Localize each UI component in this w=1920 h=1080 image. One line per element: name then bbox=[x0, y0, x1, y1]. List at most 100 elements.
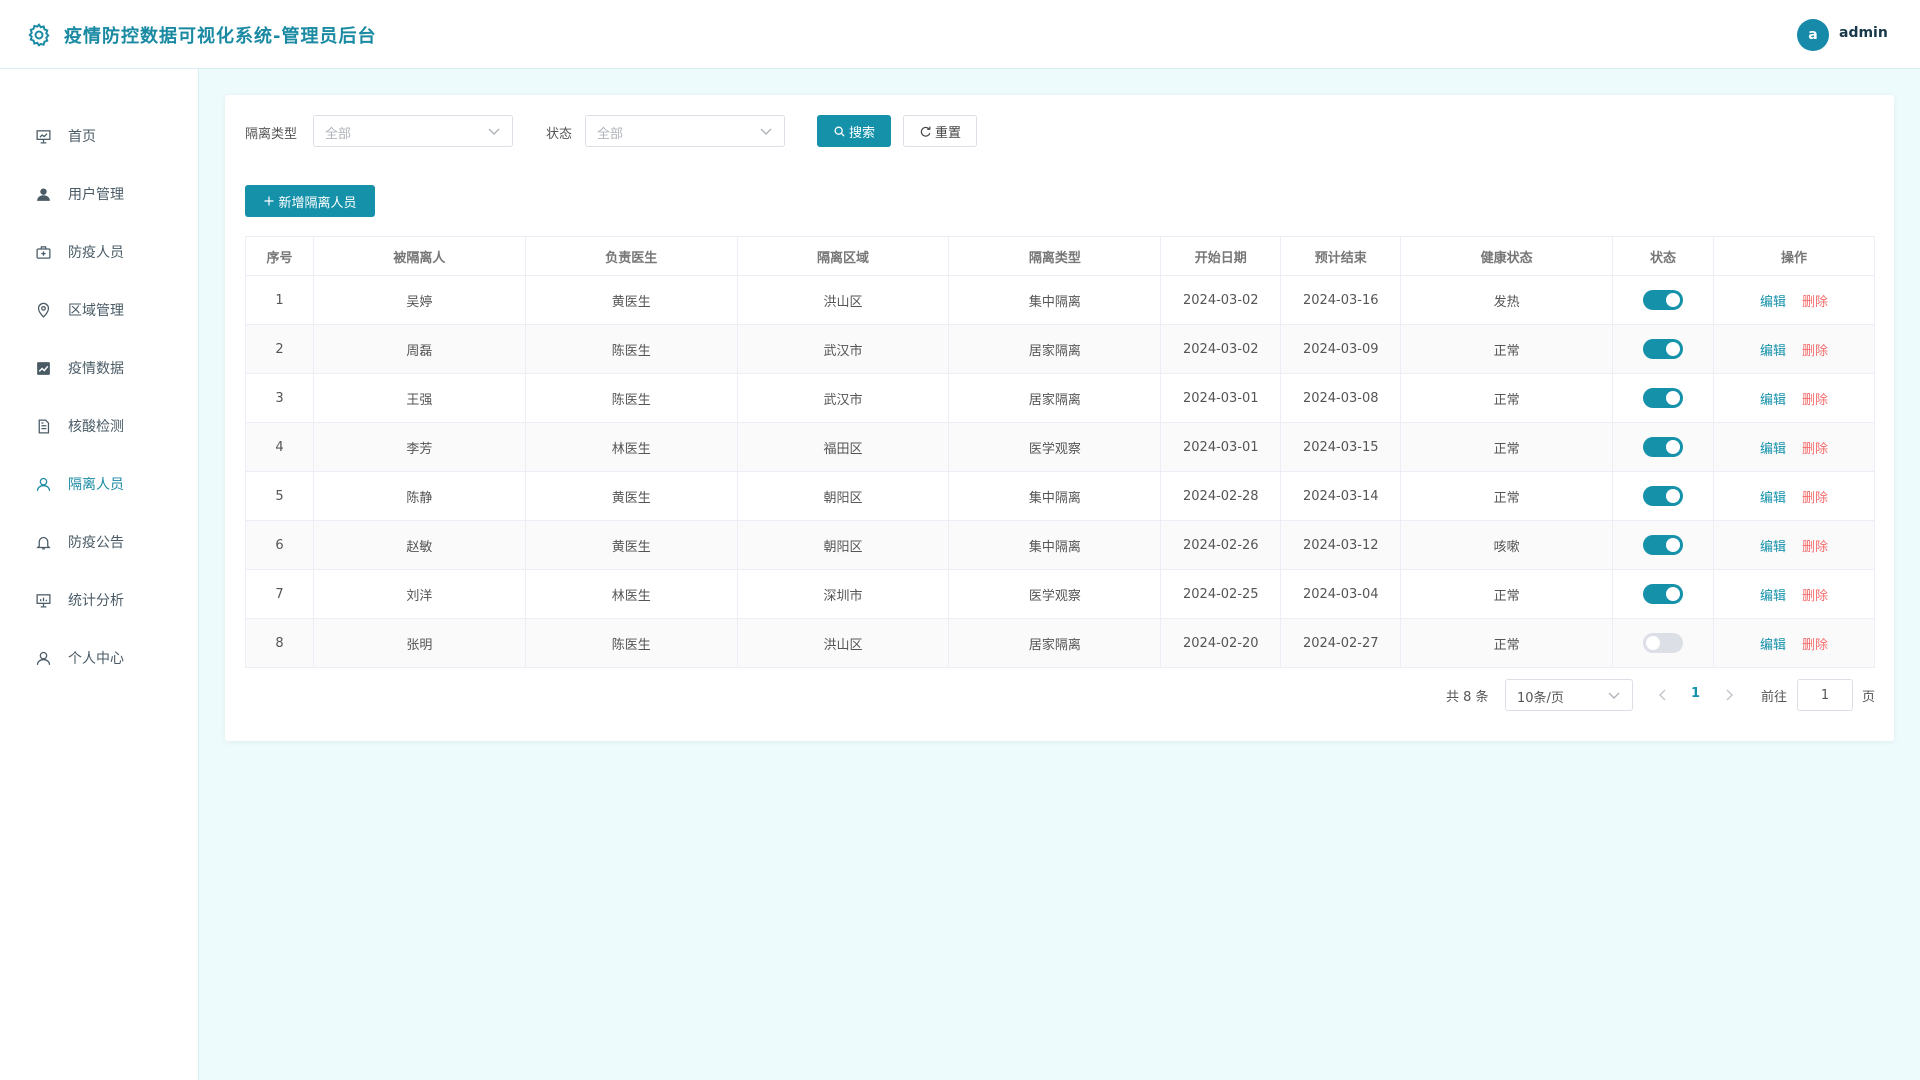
cell-actions: 编辑 删除 bbox=[1713, 373, 1875, 423]
table-row: 2 周磊 陈医生 武汉市 居家隔离 2024-03-02 2024-03-09 正常 编辑 删除 bbox=[245, 324, 1875, 374]
cell-area: 福田区 bbox=[737, 422, 950, 472]
sidebar-item-epidemic-data[interactable]: 疫情数据 bbox=[0, 347, 199, 389]
sidebar-item-nucleic-test[interactable]: 核酸检测 bbox=[0, 405, 199, 447]
person-icon bbox=[34, 649, 52, 667]
cell-doctor: 林医生 bbox=[525, 569, 738, 619]
cell-name: 吴婷 bbox=[313, 275, 526, 325]
cell-no: 7 bbox=[245, 569, 314, 619]
top-header: 疫情防控数据可视化系统-管理员后台 a admin bbox=[0, 0, 1920, 69]
next-page-icon[interactable] bbox=[1724, 689, 1734, 701]
cell-health: 发热 bbox=[1400, 275, 1614, 325]
type-filter-select[interactable]: 全部 bbox=[313, 115, 513, 147]
column-header: 序号 bbox=[245, 236, 314, 276]
delete-link[interactable]: 删除 bbox=[1802, 344, 1828, 359]
delete-link[interactable]: 删除 bbox=[1802, 589, 1828, 604]
column-header: 隔离类型 bbox=[948, 236, 1162, 276]
column-header: 健康状态 bbox=[1400, 236, 1614, 276]
sidebar-item-staff[interactable]: 防疫人员 bbox=[0, 231, 199, 273]
sidebar-item-statistics[interactable]: 统计分析 bbox=[0, 579, 199, 621]
delete-link[interactable]: 删除 bbox=[1802, 442, 1828, 457]
sidebar-item-home[interactable]: 首页 bbox=[0, 115, 199, 157]
cell-area: 洪山区 bbox=[737, 275, 950, 325]
sidebar-item-label: 核酸检测 bbox=[68, 419, 124, 435]
user-outline-icon bbox=[34, 475, 52, 493]
cell-end: 2024-02-27 bbox=[1280, 618, 1402, 668]
location-icon bbox=[34, 301, 52, 319]
cell-area: 深圳市 bbox=[737, 569, 950, 619]
status-toggle[interactable] bbox=[1643, 486, 1684, 506]
sidebar-item-regions[interactable]: 区域管理 bbox=[0, 289, 199, 331]
toggle-knob bbox=[1666, 538, 1681, 552]
sidebar-item-label: 防疫人员 bbox=[68, 245, 124, 261]
sidebar-item-quarantine[interactable]: 隔离人员 bbox=[0, 463, 199, 505]
refresh-icon bbox=[920, 126, 931, 137]
column-header: 预计结束 bbox=[1280, 236, 1402, 276]
cell-doctor: 陈医生 bbox=[525, 324, 738, 374]
status-toggle[interactable] bbox=[1643, 584, 1684, 604]
delete-link[interactable]: 删除 bbox=[1802, 393, 1828, 408]
cell-actions: 编辑 删除 bbox=[1713, 569, 1875, 619]
edit-link[interactable]: 编辑 bbox=[1760, 442, 1786, 457]
delete-link[interactable]: 删除 bbox=[1802, 540, 1828, 555]
cell-actions: 编辑 删除 bbox=[1713, 422, 1875, 472]
column-header: 开始日期 bbox=[1160, 236, 1282, 276]
delete-link[interactable]: 删除 bbox=[1802, 491, 1828, 506]
column-header: 操作 bbox=[1713, 236, 1875, 276]
edit-link[interactable]: 编辑 bbox=[1760, 393, 1786, 408]
table-row: 6 赵敏 黄医生 朝阳区 集中隔离 2024-02-26 2024-03-12 咳嗽 编辑 删除 bbox=[245, 520, 1875, 570]
cell-status bbox=[1612, 618, 1714, 668]
edit-link[interactable]: 编辑 bbox=[1760, 344, 1786, 359]
delete-link[interactable]: 删除 bbox=[1802, 295, 1828, 310]
add-quarantine-person-button[interactable]: 新增隔离人员 bbox=[245, 185, 375, 217]
edit-link[interactable]: 编辑 bbox=[1760, 540, 1786, 555]
sidebar-item-users[interactable]: 用户管理 bbox=[0, 173, 199, 215]
cell-status bbox=[1612, 275, 1714, 325]
delete-link[interactable]: 删除 bbox=[1802, 638, 1828, 653]
column-header: 状态 bbox=[1612, 236, 1714, 276]
bell-icon bbox=[34, 533, 52, 551]
search-button[interactable]: 搜索 bbox=[817, 115, 891, 147]
chevron-down-icon bbox=[1608, 692, 1620, 699]
goto-page-input[interactable]: 1 bbox=[1797, 679, 1853, 711]
cell-start: 2024-02-26 bbox=[1160, 520, 1282, 570]
status-toggle[interactable] bbox=[1643, 339, 1684, 359]
cell-doctor: 陈医生 bbox=[525, 618, 738, 668]
search-icon bbox=[834, 126, 845, 137]
status-toggle[interactable] bbox=[1643, 290, 1684, 310]
cell-status bbox=[1612, 569, 1714, 619]
edit-link[interactable]: 编辑 bbox=[1760, 491, 1786, 506]
edit-link[interactable]: 编辑 bbox=[1760, 638, 1786, 653]
cell-end: 2024-03-14 bbox=[1280, 471, 1402, 521]
reset-button[interactable]: 重置 bbox=[903, 115, 977, 147]
edit-link[interactable]: 编辑 bbox=[1760, 589, 1786, 604]
edit-link[interactable]: 编辑 bbox=[1760, 295, 1786, 310]
cell-status bbox=[1612, 471, 1714, 521]
cell-start: 2024-02-20 bbox=[1160, 618, 1282, 668]
sidebar-item-announcements[interactable]: 防疫公告 bbox=[0, 521, 199, 563]
status-toggle[interactable] bbox=[1643, 535, 1684, 555]
current-page[interactable]: 1 bbox=[1691, 686, 1700, 701]
status-toggle[interactable] bbox=[1643, 633, 1684, 653]
page-size-select[interactable]: 10条/页 bbox=[1505, 679, 1633, 711]
user-icon bbox=[34, 185, 52, 203]
table-row: 1 吴婷 黄医生 洪山区 集中隔离 2024-03-02 2024-03-16 发热 编辑 删除 bbox=[245, 275, 1875, 325]
user-name[interactable]: admin bbox=[1839, 25, 1888, 41]
cell-start: 2024-03-02 bbox=[1160, 275, 1282, 325]
cell-end: 2024-03-15 bbox=[1280, 422, 1402, 472]
cell-doctor: 陈医生 bbox=[525, 373, 738, 423]
chevron-down-icon bbox=[488, 128, 500, 135]
cell-start: 2024-03-02 bbox=[1160, 324, 1282, 374]
table-row: 7 刘洋 林医生 深圳市 医学观察 2024-02-25 2024-03-04 正常 编辑 删除 bbox=[245, 569, 1875, 619]
toggle-knob bbox=[1646, 636, 1661, 650]
cell-status bbox=[1612, 373, 1714, 423]
app-title: 疫情防控数据可视化系统-管理员后台 bbox=[64, 26, 377, 47]
sidebar-item-profile[interactable]: 个人中心 bbox=[0, 637, 199, 679]
status-toggle[interactable] bbox=[1643, 437, 1684, 457]
status-filter-select[interactable]: 全部 bbox=[585, 115, 785, 147]
status-toggle[interactable] bbox=[1643, 388, 1684, 408]
cell-actions: 编辑 删除 bbox=[1713, 520, 1875, 570]
prev-page-icon[interactable] bbox=[1658, 689, 1668, 701]
toggle-knob bbox=[1666, 489, 1681, 503]
page-suffix: 页 bbox=[1862, 690, 1876, 705]
avatar[interactable]: a bbox=[1797, 19, 1829, 51]
